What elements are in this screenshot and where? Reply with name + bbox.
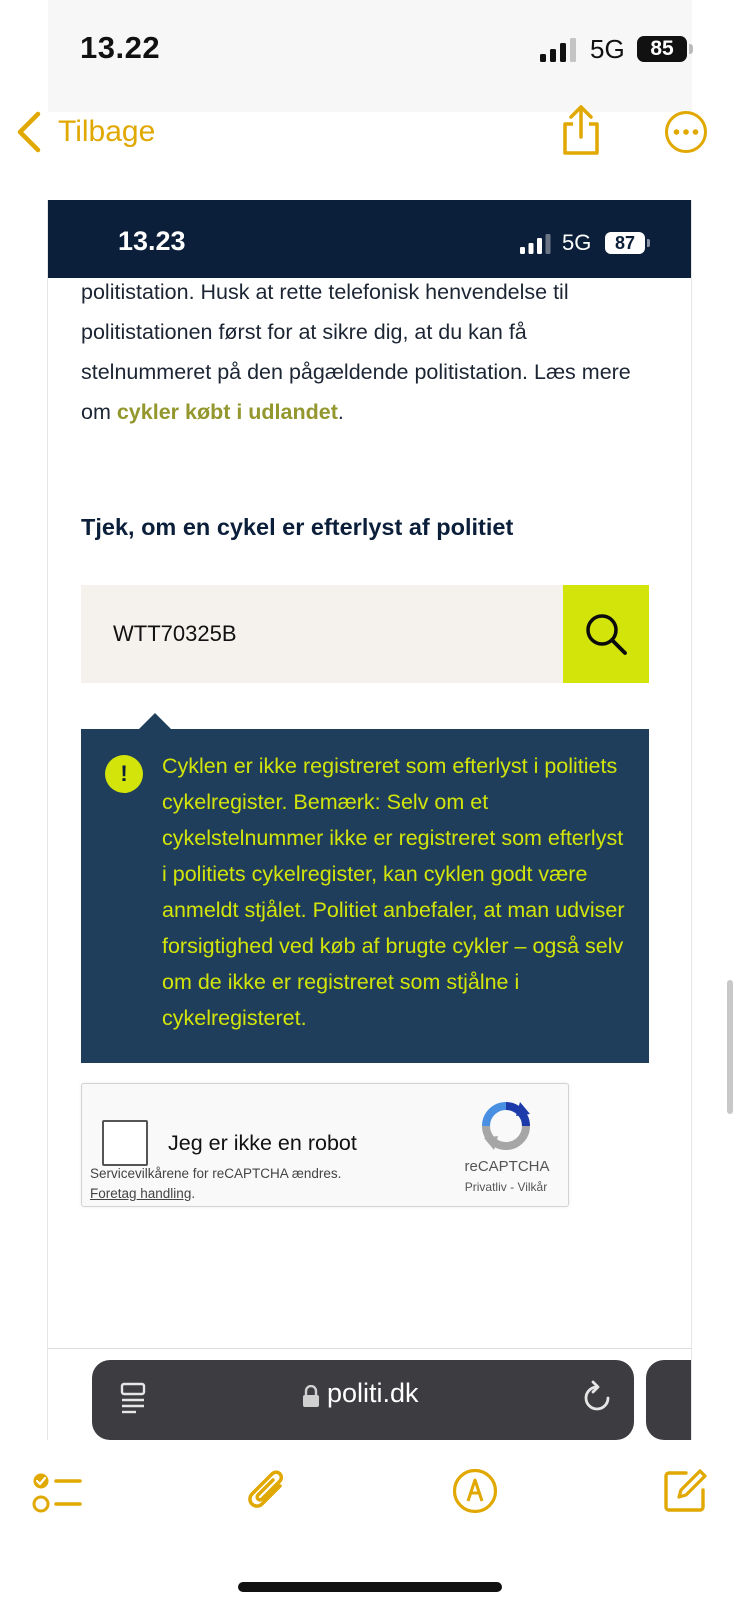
inner-status-time: 13.23 [118,226,186,256]
inner-network-label: 5G [562,230,592,255]
checklist-icon[interactable] [32,1470,82,1516]
recaptcha-privacy-link[interactable]: Privatliv [465,1180,507,1194]
chevron-left-icon [17,111,41,153]
recaptcha-brand: reCAPTCHA [464,1158,550,1175]
more-icon[interactable] [664,110,708,154]
cellular-signal-icon [540,38,576,62]
cellular-signal-icon [520,234,551,254]
foreign-bikes-link[interactable]: cykler købt i udlandet [117,400,338,424]
recaptcha-logo-icon [482,1102,530,1150]
recaptcha-terms-link[interactable]: Vilkår [517,1180,547,1194]
article-paragraph: politistation. Husk at rette telefonisk … [81,272,651,432]
scroll-indicator[interactable] [727,980,733,1114]
next-tab-preview[interactable] [646,1360,691,1440]
notes-toolbar [0,1440,739,1600]
result-pointer [138,713,172,730]
url-text[interactable]: politi.dk [327,1378,419,1409]
section-heading: Tjek, om en cykel er efterlyst af politi… [81,514,514,540]
recaptcha-notice-text: Servicevilkårene for reCAPTCHA ændres. [90,1166,342,1181]
recaptcha-widget: Jeg er ikke en robot Servicevilkårene fo… [81,1083,569,1207]
article-text-end: . [337,400,344,424]
recaptcha-notice: Servicevilkårene for reCAPTCHA ændres. F… [90,1164,341,1204]
compose-icon[interactable] [662,1468,708,1514]
inner-status-bar: 13.23 5G 87 [48,200,691,278]
recaptcha-label: Jeg er ikke en robot [168,1131,357,1155]
recaptcha-action-suffix: . [191,1186,196,1201]
embedded-screenshot: 13.23 5G 87 politistation. Husk at rette… [47,200,692,1440]
battery-cap-icon [647,239,650,247]
inner-battery-indicator: 87 [605,232,645,254]
recaptcha-checkbox[interactable] [102,1120,148,1166]
share-icon[interactable] [560,104,602,156]
paperclip-icon[interactable] [244,1466,290,1518]
outer-network-label: 5G [590,34,625,64]
battery-cap-icon [689,44,693,54]
recaptcha-links-separator: - [506,1180,518,1194]
search-button[interactable] [563,585,649,683]
frame-number-input[interactable]: WTT70325B [81,585,565,683]
frame-number-value: WTT70325B [113,621,237,646]
home-indicator[interactable] [238,1582,502,1592]
reload-icon[interactable] [582,1380,612,1412]
reader-icon[interactable] [120,1382,146,1414]
outer-battery-indicator: 85 [637,36,687,62]
recaptcha-action-link[interactable]: Foretag handling [90,1186,191,1201]
recaptcha-action-line: Foretag handling. [90,1184,341,1204]
result-message: ! Cyklen er ikke registreret som efterly… [81,729,649,1063]
outer-status-time: 13.22 [80,30,161,65]
back-button[interactable]: Tilbage [14,108,155,156]
result-text: Cyklen er ikke registreret som efterlyst… [162,754,625,1030]
browser-address-bar[interactable]: politi.dk [92,1360,634,1440]
markup-icon[interactable] [452,1468,498,1514]
back-label: Tilbage [58,115,156,148]
search-icon [586,614,627,655]
browser-divider [48,1348,691,1349]
warning-icon: ! [105,755,143,793]
recaptcha-links: Privatliv - Vilkår [454,1180,558,1194]
lock-icon [303,1385,319,1407]
